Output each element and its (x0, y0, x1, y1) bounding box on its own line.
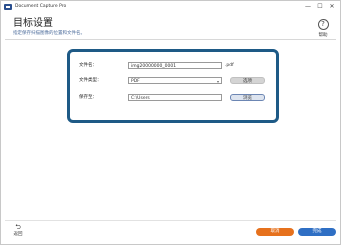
title-bar: Document Capture Pro — ☐ ✕ (1, 1, 340, 12)
browse-button[interactable]: 浏览 (230, 93, 265, 101)
page-subtitle: 指定保存扫描图像的位置和文件名。 (13, 31, 85, 36)
help-button[interactable]: ? 帮助 (315, 19, 331, 38)
window-title: Document Capture Pro (15, 4, 67, 9)
window-controls: — ☐ ✕ (302, 2, 338, 11)
page-title: 目标设置 (13, 18, 53, 29)
folder-label: 保存至： (79, 95, 97, 100)
header-divider (5, 39, 336, 40)
maximize-button[interactable]: ☐ (314, 2, 326, 11)
question-icon: ? (317, 19, 329, 30)
finish-button[interactable]: 完成 (298, 228, 336, 236)
back-arrow-icon: ⮌ (15, 223, 21, 231)
close-button[interactable]: ✕ (326, 2, 338, 11)
filename-extension: .pdf (225, 62, 234, 68)
chevron-down-icon: ▾ (216, 78, 219, 84)
help-label: 帮助 (318, 33, 328, 38)
filename-label: 文件名： (79, 63, 97, 68)
filetype-value: PDF (131, 78, 140, 84)
filename-input[interactable]: img20000000_0001 (128, 61, 222, 69)
back-button[interactable]: ⮌ 返回 (10, 223, 26, 237)
footer-divider (5, 220, 336, 221)
back-label: 返回 (13, 232, 23, 237)
filetype-options-button[interactable]: 选项 (230, 76, 265, 84)
app-logo-icon (4, 3, 12, 10)
app-window: Document Capture Pro — ☐ ✕ 目标设置 指定保存扫描图像… (0, 0, 341, 245)
destination-settings-panel: 文件名： img20000000_0001 .pdf 文件类型： PDF ▾ 选… (67, 49, 279, 123)
filetype-select[interactable]: PDF ▾ (128, 76, 222, 84)
cancel-button[interactable]: 取消 (256, 228, 294, 236)
folder-input[interactable]: C:\Users (128, 93, 222, 101)
filetype-label: 文件类型： (79, 78, 102, 83)
minimize-button[interactable]: — (302, 2, 314, 11)
